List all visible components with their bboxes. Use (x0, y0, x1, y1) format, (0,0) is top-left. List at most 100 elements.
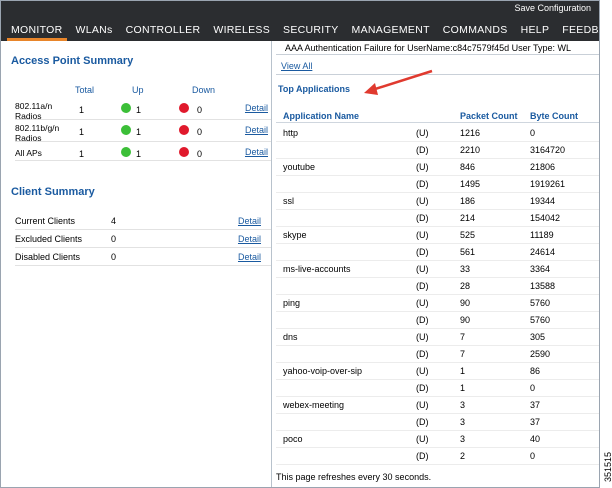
client-detail-link[interactable]: Detail (238, 216, 261, 226)
view-all-link[interactable]: View All (281, 61, 312, 71)
app-direction: (U) (416, 400, 429, 410)
app-row-up: youtube (U) 846 21806 (276, 159, 599, 176)
app-byte-count: 5760 (530, 315, 551, 325)
nav-commands[interactable]: COMMANDS (443, 21, 508, 41)
app-packet-count: 214 (460, 213, 476, 223)
app-row-down: (D) 7 2590 (276, 346, 599, 363)
ap-col-down: Down (192, 85, 216, 95)
app-direction: (D) (416, 349, 429, 359)
app-byte-count: 0 (530, 128, 536, 138)
figure-id-text: 351515 (603, 451, 612, 482)
app-direction: (U) (416, 264, 429, 274)
client-row-count: 4 (111, 216, 117, 226)
app-packet-count: 7 (460, 332, 466, 342)
nav-security[interactable]: SECURITY (283, 21, 339, 41)
ap-col-total: Total (75, 85, 95, 95)
app-direction: (D) (416, 247, 429, 257)
app-name: webex-meeting (283, 400, 345, 410)
app-packet-count: 90 (460, 298, 471, 308)
main-nav: MONITOR WLANs CONTROLLER WIRELESS SECURI… (1, 21, 599, 41)
app-direction: (U) (416, 128, 429, 138)
controller-window: Save Configuration MONITOR WLANs CONTROL… (0, 0, 600, 488)
app-row-down: (D) 2210 3164720 (276, 142, 599, 159)
app-direction: (U) (416, 298, 429, 308)
app-row-down: (D) 1 0 (276, 380, 599, 397)
down-status-icon (179, 103, 189, 113)
app-direction: (D) (416, 315, 429, 325)
app-byte-count: 86 (530, 366, 541, 376)
top-applications-title: Top Applications (278, 84, 350, 94)
ap-row-name: 802.11a/n Radios (15, 101, 53, 121)
nav-controller[interactable]: CONTROLLER (126, 21, 201, 41)
app-name: yahoo-voip-over-sip (283, 366, 363, 376)
app-row-up: dns (U) 7 305 (276, 329, 599, 346)
client-detail-link[interactable]: Detail (238, 252, 261, 262)
app-byte-count: 3164720 (530, 145, 566, 155)
nav-feedback[interactable]: FEEDBACK (562, 21, 599, 41)
app-byte-count: 5760 (530, 298, 551, 308)
app-direction: (D) (416, 383, 429, 393)
app-name: ms-live-accounts (283, 264, 351, 274)
app-byte-count: 0 (530, 451, 536, 461)
client-row-label: Excluded Clients (15, 234, 83, 244)
nav-management[interactable]: MANAGEMENT (352, 21, 430, 41)
client-row-label: Current Clients (15, 216, 76, 226)
app-packet-count: 2210 (460, 145, 481, 155)
app-byte-count: 0 (530, 383, 536, 393)
app-packet-count: 186 (460, 196, 476, 206)
nav-monitor[interactable]: MONITOR (7, 21, 66, 41)
app-byte-count: 1919261 (530, 179, 566, 189)
app-byte-count: 11189 (530, 230, 554, 240)
app-row-down: (D) 28 13588 (276, 278, 599, 295)
app-name: dns (283, 332, 298, 342)
figure-id: 351515 (601, 430, 612, 488)
app-packet-count: 3 (460, 417, 466, 427)
app-byte-count: 21806 (530, 162, 556, 172)
app-direction: (U) (416, 196, 429, 206)
app-byte-count: 3364 (530, 264, 551, 274)
ap-row-total: 1 (79, 127, 85, 137)
ap-row-up: 1 (136, 149, 142, 159)
down-status-icon (179, 125, 189, 135)
client-summary-title: Client Summary (11, 186, 95, 198)
ap-row-name: All APs (15, 148, 42, 158)
ap-detail-link[interactable]: Detail (245, 103, 268, 113)
divider (276, 54, 599, 55)
col-application-name: Application Name (283, 111, 360, 121)
ap-row-name: 802.11b/g/n Radios (15, 123, 60, 143)
app-byte-count: 40 (530, 434, 541, 444)
app-name: skype (283, 230, 307, 240)
client-row-count: 0 (111, 234, 117, 244)
ap-detail-link[interactable]: Detail (245, 147, 268, 157)
up-status-icon (121, 147, 131, 157)
nav-help[interactable]: HELP (521, 21, 550, 41)
app-direction: (D) (416, 145, 429, 155)
app-direction: (U) (416, 230, 429, 240)
ap-row-total: 1 (79, 105, 85, 115)
app-packet-count: 2 (460, 451, 466, 461)
app-byte-count: 154042 (530, 213, 561, 223)
client-detail-link[interactable]: Detail (238, 234, 261, 244)
nav-wlans[interactable]: WLANs (76, 21, 113, 41)
app-row-up: webex-meeting (U) 3 37 (276, 397, 599, 414)
app-row-up: skype (U) 525 11189 (276, 227, 599, 244)
up-status-icon (121, 125, 131, 135)
app-direction: (U) (416, 162, 429, 172)
app-packet-count: 846 (460, 162, 476, 172)
app-row-down: (D) 90 5760 (276, 312, 599, 329)
app-row-down: (D) 561 24614 (276, 244, 599, 261)
app-byte-count: 305 (530, 332, 546, 342)
left-panel: Access Point Summary Total Up Down 802.1… (1, 41, 271, 487)
ap-detail-link[interactable]: Detail (245, 125, 268, 135)
access-point-summary-title: Access Point Summary (11, 55, 134, 67)
app-byte-count: 24614 (530, 247, 556, 257)
app-row-down: (D) 2 0 (276, 448, 599, 465)
app-name: http (283, 128, 299, 138)
app-byte-count: 37 (530, 400, 541, 410)
app-byte-count: 13588 (530, 281, 556, 291)
app-row-up: ping (U) 90 5760 (276, 295, 599, 312)
save-configuration-link[interactable]: Save Configuration (514, 3, 591, 13)
nav-wireless[interactable]: WIRELESS (213, 21, 270, 41)
app-direction: (D) (416, 417, 429, 427)
ap-row-up: 1 (136, 105, 142, 115)
